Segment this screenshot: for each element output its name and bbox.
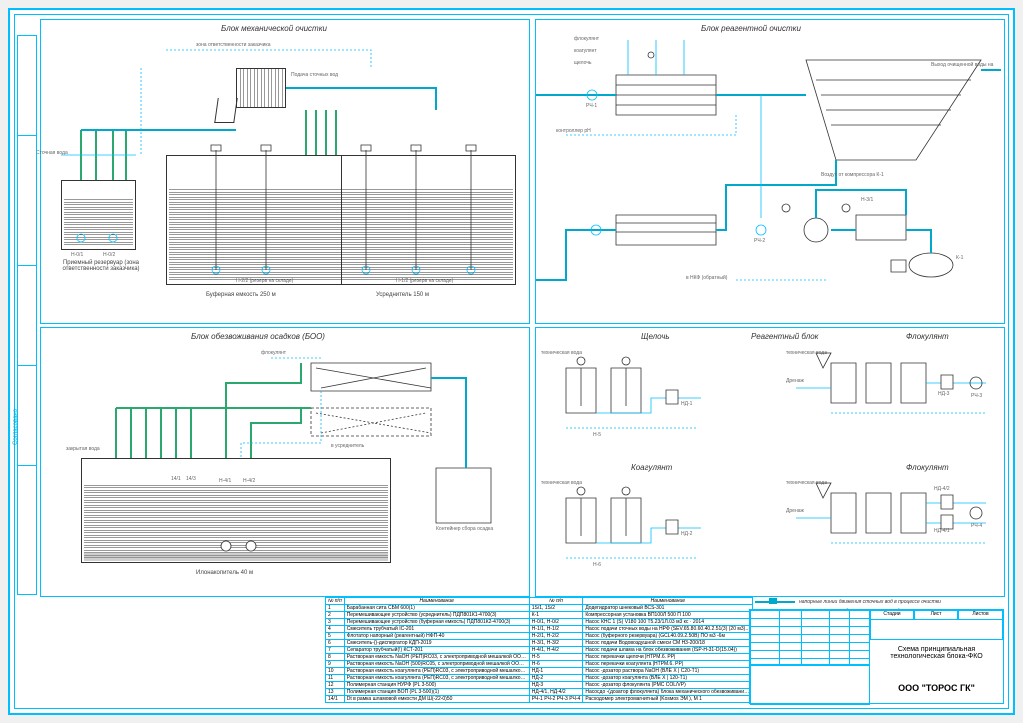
hdr-list: Лист bbox=[914, 610, 958, 620]
dw-container: Контейнер сбора осадка bbox=[436, 526, 496, 532]
pump-tag-n01: Н-0/1 bbox=[71, 252, 83, 258]
table-row: 3Перемешивающее устройство (буферная емк… bbox=[326, 619, 753, 626]
table-header: Наименование bbox=[344, 598, 529, 605]
legend-row: напорные линии движения сточных вод в пр… bbox=[755, 597, 1005, 606]
drain2: Дренаж bbox=[786, 508, 804, 514]
tag-r2: РЧ-2 bbox=[754, 238, 765, 244]
techwater2: техническая вода bbox=[541, 480, 582, 486]
table-row: 11Растворная емкость коагулянта (РЕП)RC0… bbox=[326, 675, 753, 682]
hdr-listov: Листов bbox=[958, 610, 1003, 620]
left-ladder bbox=[17, 35, 37, 595]
drain1: Дренаж bbox=[786, 378, 804, 384]
table-header: № п/п bbox=[326, 598, 345, 605]
reagent-floc: флокулянт bbox=[574, 36, 599, 42]
tag-n5: Н-5 bbox=[593, 432, 601, 438]
to-npf: в НКФ (обратный) bbox=[686, 275, 727, 281]
pump-tag-n02: Н-0/2 bbox=[103, 252, 115, 258]
table-row: 4Смеситель трубчатый IC-201Н-1/1, Н-1/2Н… bbox=[326, 626, 753, 633]
tag-n31: Н-3/1 bbox=[861, 197, 873, 203]
table-row: 1Барабанная сита СБМ 600(1)1S/1, 1S/2Дод… bbox=[326, 605, 753, 612]
reagent-alk: щелочь bbox=[574, 60, 592, 66]
tag-n42: Н-4/2 bbox=[243, 478, 255, 484]
tag-k1: К-1 bbox=[956, 255, 963, 261]
tag-n41: Н-4/1 bbox=[219, 478, 231, 484]
techwater1: техническая вода bbox=[541, 350, 582, 356]
tag-nd41: НД-4/1 bbox=[934, 528, 950, 534]
tag-n6: Н-6 bbox=[593, 562, 601, 568]
reagent-coag: коагулянт bbox=[574, 48, 597, 54]
tag-nd42: НД-4/2 bbox=[934, 486, 950, 492]
table-row: 5Флотатор напорный (реагентный) НФП-40Н-… bbox=[326, 633, 753, 640]
tag-nd3: НД-3 bbox=[938, 391, 949, 397]
dw-floc-in: флокулянт bbox=[261, 350, 286, 356]
tag-r3: РЧ-3 bbox=[971, 393, 982, 399]
sheet-title: Схема принципиальная технологическая бло… bbox=[870, 640, 1003, 675]
table-row: 2Перемешивающее устройство (усреднитель)… bbox=[326, 612, 753, 619]
inner-frame: Блок механической очистки Приемный резер… bbox=[14, 14, 1009, 709]
table-row: 8Растворная емкость NaOH (РЕП)RC03, с эл… bbox=[326, 654, 753, 661]
pane-dewatering: Блок обезвоживания осадков (БОО) Илонако… bbox=[40, 327, 530, 597]
title-block: Схема принципиальная технологическая бло… bbox=[749, 609, 1004, 704]
table-row: 14/1Dt в рамка шламовой емкости ДМ Ш(-22… bbox=[326, 696, 753, 703]
tag-nd1: НД-1 bbox=[681, 401, 692, 407]
pane-mechanical: Блок механической очистки Приемный резер… bbox=[40, 19, 530, 324]
equipment-table: № п/пНаименование№ п/пНаименование 1Бара… bbox=[325, 597, 753, 703]
tag-r1: РЧ-1 bbox=[586, 103, 597, 109]
dw-to-eq: в усреднитель bbox=[331, 443, 364, 449]
table-row: 6Смеситель-()-диспергатор КДП-2019Н-3/1,… bbox=[326, 640, 753, 647]
drawing-sheet: Блок механической очистки Приемный резер… bbox=[8, 8, 1015, 715]
pane4-lines bbox=[536, 328, 1004, 596]
table-row: 10Растворная емкость коагулянта (РЕП)RC0… bbox=[326, 668, 753, 675]
tag-r4: РЧ-4 bbox=[971, 523, 982, 529]
techwater4: техническая вода bbox=[786, 480, 827, 486]
company-name: ООО "ТОРОС ГК" bbox=[870, 675, 1003, 705]
tag-nd2: НД-2 bbox=[681, 531, 692, 537]
pane3-tag-2: 14/3 bbox=[186, 476, 196, 482]
pump-tag-n22: Н-2/2 (резерв на складе) bbox=[236, 278, 293, 284]
ph-ctrl: контроллер рН bbox=[556, 128, 591, 134]
table-row: 9Растворная емкость NaOH (500)RC05, с эл… bbox=[326, 661, 753, 668]
pane-reagent: Блок реагентной очистки bbox=[535, 19, 1005, 324]
table-header: № п/п bbox=[529, 598, 583, 605]
clean-out: Выход очищенной воды на bbox=[931, 62, 993, 68]
hdr-stage: Стадии bbox=[870, 610, 914, 620]
table-row: 13Полимерная станция BОП (РL 3-500)(1)НД… bbox=[326, 689, 753, 696]
pane3-lines bbox=[41, 328, 529, 596]
pump-tag-n12: Н-1/2 (резерв на складе) bbox=[396, 278, 453, 284]
pane3-tag-1: 14/1 bbox=[171, 476, 181, 482]
table-row: 7Сепаратор трубчатый(!) КСТ-201Н-4/1, Н-… bbox=[326, 647, 753, 654]
dw-water-in: закрытая вода bbox=[66, 446, 100, 452]
table-row: 12Полимерная станция НУРФ (РL 3-500)НД-3… bbox=[326, 682, 753, 689]
techwater3: техническая вода bbox=[786, 350, 827, 356]
table-header: Наименование bbox=[583, 598, 753, 605]
pane-reagent-prep: Щелочь Реагентный блок Флокулянт Коагуля… bbox=[535, 327, 1005, 597]
aircomp: Воздух от компрессора К-1 bbox=[821, 172, 884, 178]
